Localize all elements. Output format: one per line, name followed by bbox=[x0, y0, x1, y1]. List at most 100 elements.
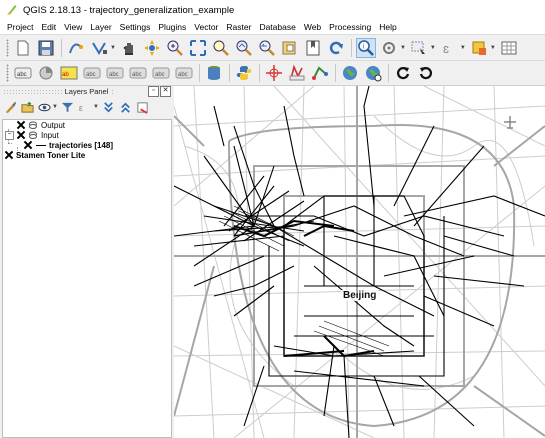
menu-database[interactable]: Database bbox=[255, 22, 299, 32]
zoom-selection-button[interactable] bbox=[211, 38, 231, 58]
coordinate-capture-icon bbox=[266, 65, 282, 81]
node-tool-button[interactable] bbox=[89, 38, 109, 58]
node-tool-dropdown-icon[interactable]: ▼ bbox=[110, 45, 116, 51]
visibility-dropdown-icon[interactable]: ▼ bbox=[52, 104, 58, 110]
label-highlight-button[interactable]: ab bbox=[59, 63, 79, 83]
toolbar-separator bbox=[388, 64, 389, 82]
toolbar-grip[interactable] bbox=[6, 38, 9, 57]
attribute-table-button[interactable] bbox=[499, 38, 519, 58]
digitize-button[interactable] bbox=[66, 38, 86, 58]
toolbar-separator bbox=[259, 64, 260, 82]
bookmark-button[interactable] bbox=[303, 38, 323, 58]
save-project-button[interactable] bbox=[36, 38, 56, 58]
move-label-button[interactable]: abc bbox=[128, 63, 148, 83]
pan-to-selection-icon bbox=[143, 39, 160, 56]
filter-expression-dropdown-icon[interactable]: ▼ bbox=[93, 104, 99, 110]
menu-edit[interactable]: Edit bbox=[37, 22, 60, 32]
layer-tree-item-input[interactable]: − Input bbox=[5, 130, 59, 140]
menu-view[interactable]: View bbox=[60, 22, 86, 32]
topology-checker-button[interactable] bbox=[310, 63, 330, 83]
refresh-button[interactable] bbox=[326, 38, 346, 58]
globe-refresh-button[interactable] bbox=[363, 63, 383, 83]
visibility-checkbox[interactable] bbox=[17, 121, 25, 129]
zoom-last-button[interactable] bbox=[257, 38, 277, 58]
rotate-cw-button[interactable] bbox=[393, 63, 413, 83]
remove-layer-button[interactable] bbox=[136, 100, 150, 114]
float-panel-button[interactable]: ▫ bbox=[148, 86, 159, 97]
toolbar-separator bbox=[199, 64, 200, 82]
map-canvas[interactable]: Beijing bbox=[174, 86, 545, 438]
georeferencer-button[interactable] bbox=[287, 63, 307, 83]
coordinate-capture-button[interactable] bbox=[264, 63, 284, 83]
svg-text:abc: abc bbox=[86, 72, 96, 78]
layer-tree-item-trajectories[interactable]: trajectories [148] bbox=[24, 140, 113, 150]
zoom-next-button[interactable] bbox=[280, 38, 300, 58]
show-label-button[interactable]: abc bbox=[105, 63, 125, 83]
rotate-label-button[interactable]: abc bbox=[151, 63, 171, 83]
attribute-table-icon bbox=[501, 41, 517, 54]
add-group-button[interactable] bbox=[20, 100, 34, 114]
paintbrush-icon bbox=[5, 101, 16, 113]
pan-to-selection-button[interactable] bbox=[142, 38, 162, 58]
zoom-full-button[interactable] bbox=[188, 38, 208, 58]
menu-web[interactable]: Web bbox=[300, 22, 325, 32]
zoom-in-button[interactable] bbox=[165, 38, 185, 58]
collapse-toggle[interactable]: − bbox=[5, 130, 14, 140]
identify-button[interactable]: i bbox=[355, 37, 376, 58]
layer-tree-item-basemap[interactable]: Stamen Toner Lite bbox=[5, 150, 85, 160]
menu-plugins[interactable]: Plugins bbox=[154, 22, 190, 32]
deselect-dropdown-icon[interactable]: ▼ bbox=[460, 45, 466, 51]
menu-project[interactable]: Project bbox=[3, 22, 37, 32]
style-manager-button[interactable] bbox=[3, 100, 17, 114]
rotate-ccw-button[interactable] bbox=[416, 63, 436, 83]
pin-label-button[interactable]: abc bbox=[82, 63, 102, 83]
filter-legend-button[interactable] bbox=[61, 100, 75, 114]
measure-button[interactable] bbox=[469, 38, 489, 58]
menu-layer[interactable]: Layer bbox=[86, 22, 115, 32]
toolbar-grip[interactable] bbox=[6, 64, 9, 82]
menu-vector[interactable]: Vector bbox=[190, 22, 222, 32]
city-label-beijing: Beijing bbox=[341, 290, 379, 301]
tree-connector bbox=[8, 143, 12, 144]
add-group-icon bbox=[20, 101, 34, 113]
menu-help[interactable]: Help bbox=[375, 22, 400, 32]
menu-raster[interactable]: Raster bbox=[222, 22, 255, 32]
visibility-checkbox[interactable] bbox=[24, 141, 32, 149]
expand-all-button[interactable] bbox=[102, 100, 116, 114]
select-icon bbox=[411, 41, 425, 54]
collapse-all-button[interactable] bbox=[119, 100, 133, 114]
zoom-layer-button[interactable] bbox=[234, 38, 254, 58]
action-dropdown-icon[interactable]: ▼ bbox=[400, 45, 406, 51]
zoom-in-icon bbox=[167, 40, 183, 56]
layer-tree-item-output[interactable]: - Output bbox=[5, 120, 65, 130]
toolbar-separator bbox=[335, 64, 336, 82]
action-button[interactable] bbox=[379, 38, 399, 58]
close-panel-button[interactable]: ✕ bbox=[160, 86, 171, 97]
filter-expression-button[interactable]: ε bbox=[78, 100, 92, 114]
new-project-button[interactable] bbox=[13, 38, 33, 58]
visibility-checkbox[interactable] bbox=[17, 131, 25, 139]
select-button[interactable] bbox=[409, 38, 429, 58]
layer-tree[interactable]: - Output − Input trajectories [148] Stam… bbox=[2, 119, 172, 438]
db-manager-button[interactable] bbox=[204, 63, 224, 83]
visibility-button[interactable] bbox=[37, 100, 51, 114]
globe-button[interactable] bbox=[340, 63, 360, 83]
main-toolbar: ▼ i ▼ ▼ ɛ ▼ ▼ bbox=[0, 34, 545, 60]
measure-dropdown-icon[interactable]: ▼ bbox=[490, 45, 496, 51]
visibility-checkbox[interactable] bbox=[5, 151, 13, 159]
measure-icon bbox=[472, 41, 486, 55]
zoom-full-icon bbox=[189, 39, 206, 56]
layers-panel: Layers Panel ▫ ✕ ▼ ε ▼ - bbox=[0, 86, 173, 438]
diagram-button[interactable] bbox=[36, 63, 56, 83]
menu-processing[interactable]: Processing bbox=[325, 22, 375, 32]
change-label-button[interactable]: abc bbox=[174, 63, 194, 83]
pan-button[interactable] bbox=[119, 38, 139, 58]
toolbar-separator bbox=[229, 64, 230, 82]
menu-settings[interactable]: Settings bbox=[116, 22, 155, 32]
select-dropdown-icon[interactable]: ▼ bbox=[430, 45, 436, 51]
label-button[interactable]: abc bbox=[13, 63, 33, 83]
python-button[interactable] bbox=[234, 63, 254, 83]
zoom-layer-icon bbox=[236, 40, 252, 56]
deselect-button[interactable]: ɛ bbox=[439, 38, 459, 58]
window-title: QGIS 2.18.13 - trajectory_generalization… bbox=[23, 4, 235, 16]
